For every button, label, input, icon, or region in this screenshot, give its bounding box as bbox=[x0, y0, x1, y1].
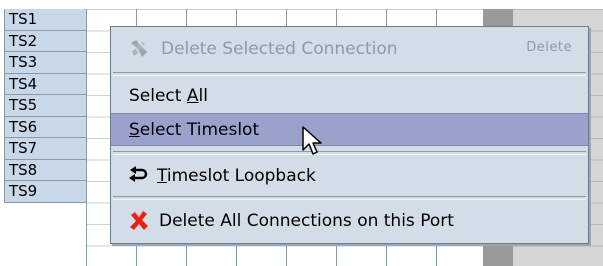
select-timeslot-label: Select Timeslot bbox=[129, 119, 260, 140]
select-all-mnemonic: A bbox=[186, 85, 199, 106]
select-all-item[interactable]: Select All bbox=[111, 78, 588, 113]
mouse-pointer-icon bbox=[302, 126, 324, 162]
menu-separator bbox=[113, 196, 586, 200]
context-menu: Delete Selected Connection Delete Select… bbox=[110, 26, 589, 244]
menu-separator bbox=[113, 72, 586, 76]
timeslot-header-column: TS1 TS2 TS3 TS4 TS5 TS6 TS7 TS8 TS9 bbox=[4, 9, 87, 203]
timeslot-header[interactable]: TS9 bbox=[5, 181, 87, 203]
timeslot-header[interactable]: TS3 bbox=[5, 52, 87, 74]
timeslot-loopback-item[interactable]: Timeslot Loopback bbox=[111, 158, 588, 194]
red-x-icon bbox=[127, 209, 151, 233]
timeslot-header[interactable]: TS5 bbox=[5, 95, 87, 117]
broken-plug-icon bbox=[127, 37, 151, 61]
timeslot-header[interactable]: TS2 bbox=[5, 30, 87, 52]
select-timeslot-mnemonic: S bbox=[129, 119, 140, 140]
timeslot-header[interactable]: TS8 bbox=[5, 159, 87, 181]
menu-separator bbox=[113, 151, 586, 155]
select-timeslot-item[interactable]: Select Timeslot bbox=[111, 113, 588, 146]
timeslot-loopback-mnemonic: T bbox=[157, 166, 167, 186]
timeslot-header[interactable]: TS1 bbox=[5, 9, 87, 31]
delete-selected-connection-label: Delete Selected Connection bbox=[161, 39, 398, 59]
timeslot-header[interactable]: TS4 bbox=[5, 73, 87, 95]
delete-selected-connection-item[interactable]: Delete Selected Connection Delete bbox=[111, 27, 588, 71]
timeslot-loopback-label: Timeslot Loopback bbox=[157, 166, 316, 186]
delete-all-connections-item[interactable]: Delete All Connections on this Port bbox=[111, 202, 588, 240]
loopback-arrow-icon bbox=[127, 164, 151, 188]
timeslot-header[interactable]: TS6 bbox=[5, 116, 87, 138]
delete-shortcut-label: Delete bbox=[526, 40, 572, 55]
timeslot-header[interactable]: TS7 bbox=[5, 138, 87, 160]
select-all-label: Select All bbox=[129, 85, 208, 106]
delete-all-connections-label: Delete All Connections on this Port bbox=[159, 211, 454, 231]
